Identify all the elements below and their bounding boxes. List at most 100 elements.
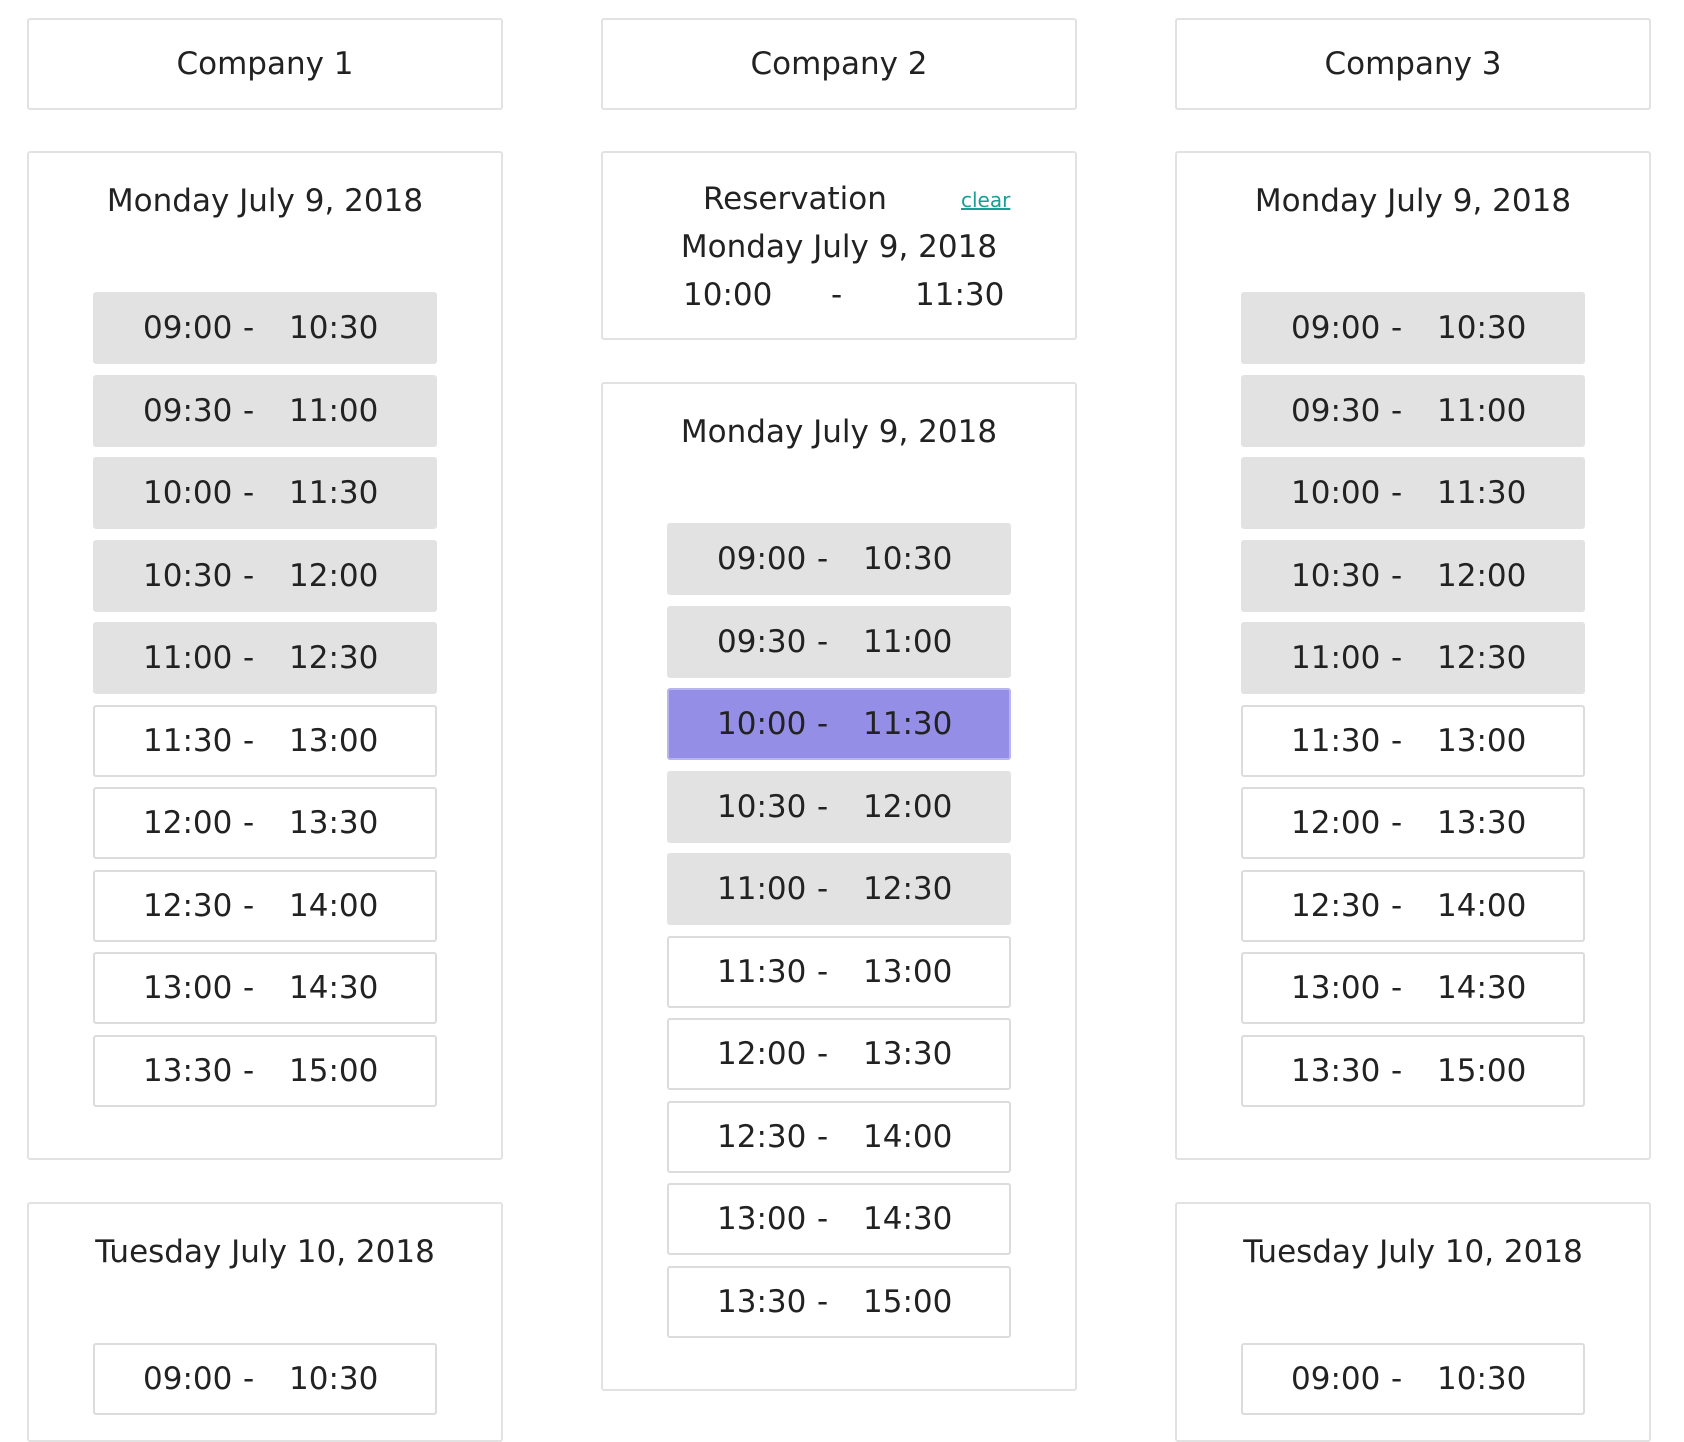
slot-separator: -	[1391, 887, 1403, 924]
time-slot-available[interactable]: 12:30-14:00	[1241, 869, 1585, 942]
slot-end: 11:00	[863, 623, 953, 660]
slot-end: 15:00	[289, 1052, 379, 1089]
time-slot-available[interactable]: 09:00-10:30	[1241, 1343, 1585, 1415]
slot-list: 09:00-10:30 09:30-11:00 10:00-11:30 10:3…	[667, 523, 1011, 1348]
slot-separator: -	[817, 871, 829, 907]
slot-separator: -	[243, 1361, 255, 1397]
slot-separator: -	[243, 475, 255, 511]
time-slot-booked[interactable]: 09:30-11:00	[93, 374, 437, 447]
time-slot-booked[interactable]: 10:30-12:00	[1241, 539, 1585, 612]
slot-start: 09:30	[143, 392, 233, 429]
time-slot-available[interactable]: 13:00-14:30	[1241, 952, 1585, 1024]
slot-end: 13:30	[863, 1036, 953, 1072]
time-slot-booked[interactable]: 09:00-10:30	[1241, 292, 1585, 364]
time-slot-booked[interactable]: 10:00-11:30	[1241, 457, 1585, 529]
slot-end: 10:30	[289, 1361, 379, 1397]
slot-end: 12:00	[289, 557, 379, 594]
slot-start: 09:00	[143, 1361, 233, 1397]
time-slot-available[interactable]: 09:00-10:30	[93, 1343, 437, 1415]
day-title: Monday July 9, 2018	[1254, 183, 1572, 219]
day-title: Monday July 9, 2018	[106, 183, 424, 219]
slot-separator: -	[243, 640, 255, 676]
time-slot-available[interactable]: 12:30-14:00	[93, 869, 437, 942]
day-card-tuesday: Tuesday July 10, 2018 09:00-10:30	[27, 1202, 503, 1442]
time-slot-available[interactable]: 11:30-13:00	[667, 935, 1011, 1008]
slot-start: 11:00	[143, 640, 233, 676]
time-slot-available[interactable]: 13:30-15:00	[93, 1034, 437, 1107]
slot-end: 13:00	[1437, 722, 1527, 759]
slot-separator: -	[817, 541, 829, 577]
time-slot-available[interactable]: 13:30-15:00	[1241, 1034, 1585, 1107]
slot-end: 14:00	[1437, 887, 1527, 924]
slot-end: 12:30	[1437, 640, 1527, 676]
company-header-2[interactable]: Company 2	[601, 18, 1077, 110]
time-slot-available[interactable]: 12:00-13:30	[667, 1018, 1011, 1090]
slot-separator: -	[1391, 970, 1403, 1006]
slot-start: 09:00	[1291, 310, 1381, 346]
day-title: Monday July 9, 2018	[680, 414, 998, 450]
company-header-3[interactable]: Company 3	[1175, 18, 1651, 110]
slot-start: 12:30	[1291, 887, 1381, 924]
reservation-label: Reservation	[703, 181, 887, 217]
slot-end: 10:30	[1437, 310, 1527, 346]
slot-separator: -	[817, 788, 829, 825]
slot-end: 14:00	[863, 1118, 953, 1155]
slot-end: 12:00	[863, 788, 953, 825]
slot-start: 13:00	[1291, 970, 1381, 1006]
slot-end: 13:30	[289, 805, 379, 841]
time-slot-available[interactable]: 13:30-15:00	[667, 1265, 1011, 1338]
slot-start: 12:00	[717, 1036, 807, 1072]
day-card-monday: Monday July 9, 2018 09:00-10:30 09:30-11…	[1175, 151, 1651, 1160]
clear-reservation-link[interactable]: clear	[961, 188, 1010, 212]
slot-start: 11:30	[1291, 722, 1381, 759]
slot-separator: -	[243, 722, 255, 759]
slot-separator: -	[1391, 640, 1403, 676]
time-slot-booked[interactable]: 09:00-10:30	[93, 292, 437, 364]
slot-separator: -	[1391, 310, 1403, 346]
slot-end: 13:00	[863, 953, 953, 990]
time-slot-booked[interactable]: 11:00-12:30	[667, 853, 1011, 925]
slot-end: 10:30	[289, 310, 379, 346]
slot-list: 09:00-10:30	[1241, 1343, 1585, 1426]
time-slot-booked[interactable]: 09:30-11:00	[1241, 374, 1585, 447]
time-slot-selected[interactable]: 10:00-11:30	[667, 688, 1011, 760]
time-slot-booked[interactable]: 11:00-12:30	[1241, 622, 1585, 694]
company-header-1[interactable]: Company 1	[27, 18, 503, 110]
time-slot-booked[interactable]: 10:30-12:00	[667, 770, 1011, 843]
time-slot-available[interactable]: 12:00-13:30	[1241, 787, 1585, 859]
slot-end: 11:30	[1437, 475, 1527, 511]
time-slot-available[interactable]: 11:30-13:00	[93, 704, 437, 777]
time-slot-available[interactable]: 13:00-14:30	[667, 1183, 1011, 1255]
time-slot-booked[interactable]: 09:30-11:00	[667, 605, 1011, 678]
company-name: Company 2	[750, 46, 928, 82]
slot-end: 10:30	[1437, 1361, 1527, 1397]
time-slot-available[interactable]: 12:00-13:30	[93, 787, 437, 859]
slot-start: 13:30	[1291, 1052, 1381, 1089]
slot-end: 11:30	[863, 706, 953, 742]
time-slot-booked[interactable]: 10:00-11:30	[93, 457, 437, 529]
slot-separator: -	[817, 1283, 829, 1320]
slot-start: 11:30	[717, 953, 807, 990]
time-slot-available[interactable]: 12:30-14:00	[667, 1100, 1011, 1173]
slot-end: 13:00	[289, 722, 379, 759]
slot-start: 09:00	[717, 541, 807, 577]
company-name: Company 3	[1324, 46, 1502, 82]
time-slot-booked[interactable]: 10:30-12:00	[93, 539, 437, 612]
time-slot-available[interactable]: 11:30-13:00	[1241, 704, 1585, 777]
slot-start: 09:00	[1291, 1361, 1381, 1397]
reservation-start: 10:00	[683, 277, 773, 313]
slot-start: 12:30	[717, 1118, 807, 1155]
slot-separator: -	[243, 1052, 255, 1089]
time-slot-available[interactable]: 13:00-14:30	[93, 952, 437, 1024]
slot-separator: -	[817, 706, 829, 742]
time-slot-booked[interactable]: 11:00-12:30	[93, 622, 437, 694]
slot-separator: -	[817, 1036, 829, 1072]
slot-start: 13:30	[143, 1052, 233, 1089]
slot-start: 10:30	[1291, 557, 1381, 594]
reservation-separator: -	[831, 277, 843, 313]
time-slot-booked[interactable]: 09:00-10:30	[667, 523, 1011, 595]
slot-end: 15:00	[1437, 1052, 1527, 1089]
day-card-monday: Monday July 9, 2018 09:00-10:30 09:30-11…	[601, 382, 1077, 1391]
slot-end: 12:00	[1437, 557, 1527, 594]
slot-separator: -	[817, 623, 829, 660]
